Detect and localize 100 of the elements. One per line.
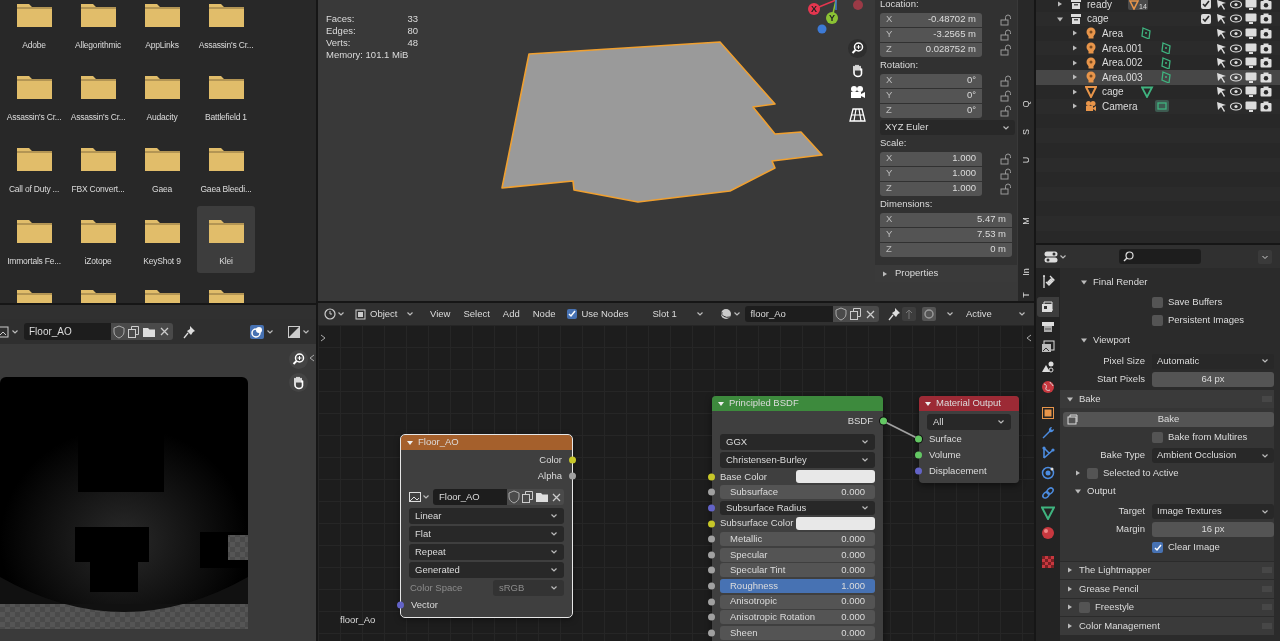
node-header[interactable]: Floor_AO bbox=[401, 435, 572, 450]
panel-header[interactable]: Bake bbox=[1060, 390, 1274, 408]
folder-item[interactable]: FBX Convert... bbox=[69, 134, 127, 201]
dropdown[interactable]: Subsurface Radius bbox=[720, 501, 875, 515]
folder-item[interactable]: Assassin's Cr... bbox=[5, 62, 63, 129]
item-name[interactable]: Area.001 bbox=[1102, 40, 1143, 56]
object-mode-dropdown[interactable]: Object bbox=[353, 306, 416, 322]
panel-header[interactable]: The Lightmapper bbox=[1060, 561, 1274, 579]
item-name[interactable]: Area.003 bbox=[1102, 69, 1143, 85]
bake-button[interactable]: Bake bbox=[1063, 412, 1274, 427]
panel-header[interactable]: Output bbox=[1060, 482, 1274, 500]
folder-item[interactable]: Assassin's Cr... bbox=[197, 0, 255, 57]
dropdown[interactable]: Ambient Occlusion bbox=[1152, 448, 1274, 463]
folder-item[interactable]: Gaea Bleedi... bbox=[197, 134, 255, 201]
panel-header[interactable]: Grease Pencil bbox=[1060, 580, 1274, 598]
value-slider[interactable]: Anisotropic 0.000 bbox=[720, 594, 875, 609]
sidebar-tab[interactable]: U bbox=[1020, 156, 1032, 164]
folder-item[interactable]: KeyShot 9 bbox=[133, 206, 191, 273]
folder-item[interactable]: Klei bbox=[197, 206, 255, 273]
sidebar-tab[interactable]: M bbox=[1020, 217, 1032, 225]
dropdown[interactable]: Linear bbox=[409, 508, 564, 524]
checkbox[interactable]: Persistent Images bbox=[1152, 313, 1245, 328]
menu-item[interactable]: Node bbox=[532, 306, 556, 322]
dropdown[interactable]: Automatic bbox=[1152, 353, 1274, 369]
section-label: Rotation: bbox=[880, 58, 920, 73]
menu-item[interactable]: Add bbox=[502, 306, 520, 322]
value-slider[interactable]: Sheen 0.000 bbox=[720, 625, 875, 640]
value-slider[interactable]: Roughness 1.000 bbox=[720, 578, 875, 593]
dropdown[interactable]: Generated bbox=[409, 562, 564, 578]
socket-label: Color bbox=[401, 452, 572, 468]
number-field[interactable]: Z 0° bbox=[880, 103, 982, 118]
sidebar-tab[interactable]: Q bbox=[1020, 100, 1032, 108]
value-slider[interactable]: Subsurface 0.000 bbox=[720, 485, 875, 500]
number-field[interactable]: X 0° bbox=[880, 73, 982, 88]
number-field[interactable]: Z 1.000 bbox=[880, 181, 982, 196]
value-slider[interactable]: Specular Tint 0.000 bbox=[720, 563, 875, 578]
image-name-field[interactable]: Floor_AO bbox=[24, 323, 111, 340]
panel-header[interactable]: Final Render bbox=[1060, 273, 1274, 291]
checkbox[interactable]: Clear Image bbox=[1152, 540, 1220, 555]
folder-item[interactable]: Adobe bbox=[5, 0, 63, 57]
menu-item[interactable]: Select bbox=[463, 306, 490, 322]
panel-header[interactable]: Selected to Active bbox=[1060, 464, 1274, 482]
dropdown[interactable]: Repeat bbox=[409, 544, 564, 560]
image-name-field[interactable]: Floor_AO bbox=[433, 489, 507, 505]
folder-item[interactable]: Gaea bbox=[133, 134, 191, 201]
number-field[interactable]: X -0.48702 m bbox=[880, 12, 982, 27]
node-header[interactable]: Material Output bbox=[919, 396, 1019, 411]
sidebar-tab[interactable]: S bbox=[1020, 129, 1032, 135]
folder-item[interactable]: AppLinks bbox=[133, 0, 191, 57]
sidebar-tab[interactable]: T bbox=[1020, 292, 1032, 298]
socket-label: Volume bbox=[929, 447, 961, 462]
value-slider[interactable]: Specular 0.000 bbox=[720, 547, 875, 562]
value-slider[interactable]: Anisotropic Rotation 0.000 bbox=[720, 610, 875, 625]
number-field[interactable]: Y 0° bbox=[880, 88, 982, 103]
number-field[interactable]: Y -3.2565 m bbox=[880, 27, 982, 42]
item-name[interactable]: cage bbox=[1102, 84, 1124, 100]
field-label: Margin bbox=[1114, 522, 1145, 537]
checkbox[interactable]: Bake from Multires bbox=[1152, 430, 1248, 445]
checkbox[interactable]: Save Buffers bbox=[1152, 295, 1223, 310]
dropdown[interactable]: GGX bbox=[720, 434, 875, 450]
value-slider[interactable]: Metallic 0.000 bbox=[720, 532, 875, 547]
number-field[interactable]: 64 px bbox=[1152, 371, 1274, 387]
dropdown[interactable]: Christensen-Burley bbox=[720, 452, 875, 468]
number-field[interactable]: Y 7.53 m bbox=[880, 227, 1012, 242]
stat-label: Edges: bbox=[326, 25, 357, 37]
number-field[interactable]: 16 px bbox=[1152, 522, 1274, 537]
number-field[interactable]: X 5.47 m bbox=[880, 212, 1012, 227]
axis-gizmo[interactable]: X Y bbox=[806, 0, 864, 38]
use-nodes-checkbox[interactable]: Use Nodes bbox=[567, 306, 629, 322]
panel-header[interactable]: Viewport bbox=[1060, 331, 1274, 349]
target-dropdown[interactable]: Active bbox=[944, 306, 1028, 322]
menu-item[interactable]: View bbox=[430, 306, 451, 322]
item-name[interactable]: cage bbox=[1087, 11, 1109, 27]
item-name[interactable]: Area bbox=[1102, 26, 1124, 41]
dropdown[interactable]: Image Textures bbox=[1152, 504, 1274, 519]
slot-dropdown[interactable]: Slot 1 bbox=[650, 306, 707, 322]
number-field[interactable]: Y 1.000 bbox=[880, 166, 982, 181]
folder-item[interactable]: Allegorithmic bbox=[69, 0, 127, 57]
folder-item[interactable]: Assassin's Cr... bbox=[69, 62, 127, 129]
folder-item[interactable]: Immortals Fe... bbox=[5, 206, 63, 273]
stat-value: 80 bbox=[406, 25, 418, 37]
number-field[interactable]: Z 0 m bbox=[880, 242, 1012, 257]
sidebar-tab[interactable]: In bbox=[1020, 268, 1032, 276]
socket-label: Vector bbox=[411, 597, 438, 612]
item-name[interactable]: Camera bbox=[1102, 98, 1138, 114]
dropdown[interactable]: XYZ Euler bbox=[880, 120, 1015, 135]
number-field[interactable]: X 1.000 bbox=[880, 151, 982, 166]
panel-header[interactable]: Freestyle bbox=[1060, 598, 1274, 616]
material-name-field[interactable]: floor_Ao bbox=[745, 306, 834, 322]
folder-item[interactable]: Audacity bbox=[133, 62, 191, 129]
folder-item[interactable]: Call of Duty ... bbox=[5, 134, 63, 201]
number-field[interactable]: Z 0.028752 m bbox=[880, 42, 982, 57]
folder-item[interactable]: iZotope bbox=[69, 206, 127, 273]
item-name[interactable]: ready bbox=[1087, 0, 1112, 12]
folder-item[interactable]: Battlefield 1 bbox=[197, 62, 255, 129]
socket-label: Displacement bbox=[929, 463, 987, 478]
item-name[interactable]: Area.002 bbox=[1102, 55, 1143, 71]
dropdown[interactable]: Flat bbox=[409, 526, 564, 542]
panel-header[interactable]: Color Management bbox=[1060, 617, 1274, 635]
dropdown[interactable]: All bbox=[927, 414, 1011, 430]
